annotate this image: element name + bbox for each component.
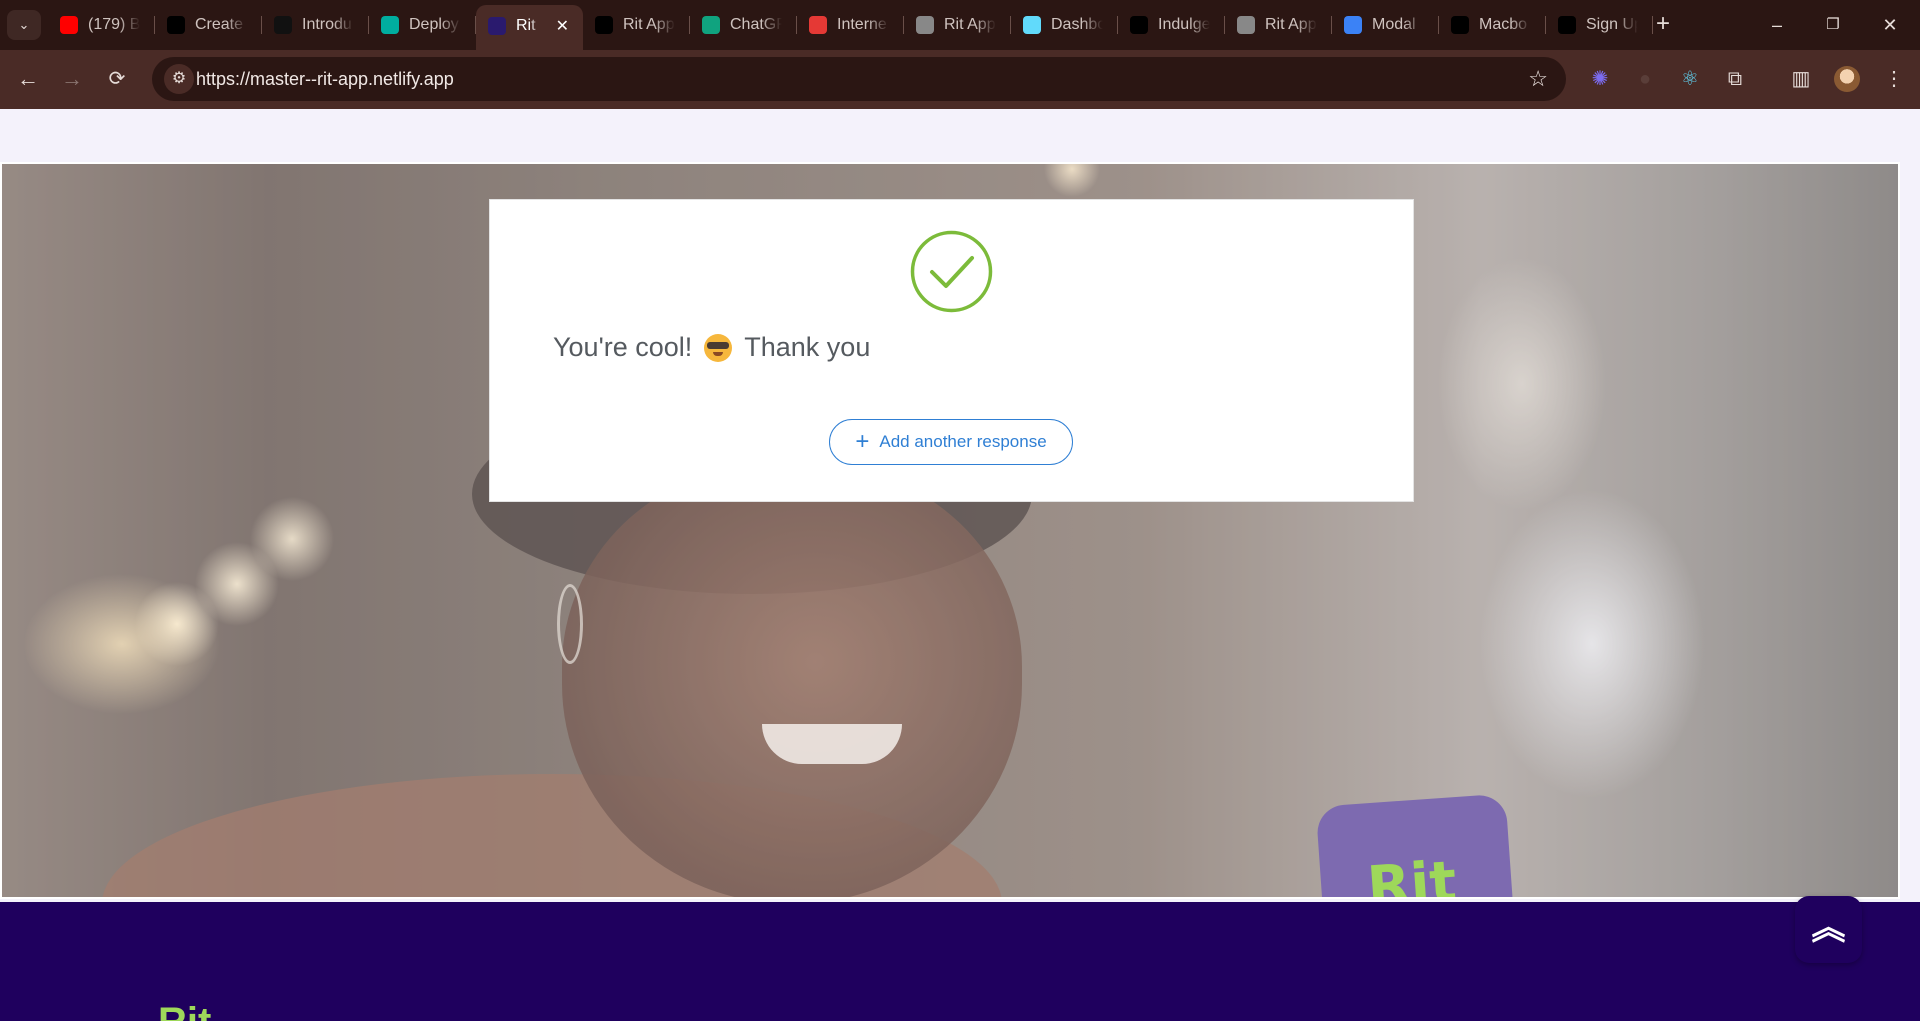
chatgpt-icon [702,16,720,34]
profile-avatar[interactable] [1834,66,1860,92]
chevron-right-icon [1451,16,1469,34]
browser-tab-label: Macbo [1479,16,1528,33]
double-chevron-up-icon: ︽ [1811,909,1846,947]
footer-logo: Rit [158,1000,211,1021]
tab-search-button[interactable]: ⌄ [7,10,41,40]
browser-tab[interactable]: Deploy [369,5,476,45]
add-another-response-label: Add another response [879,432,1047,451]
success-message: You're cool! Thank you [553,332,870,363]
browser-tab-label: Indulge [1158,16,1210,33]
menu-dots-icon[interactable]: ⋮ [1880,65,1908,93]
bookmark-star-icon[interactable]: ☆ [1528,57,1548,101]
browser-tab[interactable]: Rit App [1225,5,1332,45]
browser-tab-label: (179) Br [88,16,140,33]
triangle-icon [167,16,185,34]
browser-tab-label: Deploy [409,16,459,33]
browser-tab-label: Modal [1372,16,1416,33]
globe-icon [1237,16,1255,34]
browser-tab-label: ChatGP [730,16,782,33]
browser-tab-label: Rit [516,16,536,34]
netlify-icon [381,16,399,34]
browser-tab-label: Rit App [1265,16,1317,33]
close-tab-icon[interactable]: ✕ [556,16,569,36]
browser-tab[interactable]: Dashbo [1011,5,1118,45]
success-message-end: Thank you [744,332,871,362]
browser-tab-label: Create [195,16,244,33]
restore-button[interactable]: ❐ [1813,10,1853,40]
browser-tab[interactable]: Interne [797,5,904,45]
react-icon [1023,16,1041,34]
success-modal: You're cool! Thank you + Add another res… [489,199,1414,502]
browser-tab-label: Rit App [944,16,996,33]
browser-tab[interactable]: ChatGP [690,5,797,45]
triangle-icon [1130,16,1148,34]
gauge-icon [809,16,827,34]
forward-button[interactable]: → [55,62,89,96]
success-message-start: You're cool! [553,332,693,362]
plus-icon: + [855,428,870,455]
triangle-icon [1558,16,1576,34]
url-text[interactable]: https://master--rit-app.netlify.app [196,57,454,101]
sunglasses-emoji-icon [704,333,733,362]
site-settings-icon[interactable]: ⚙ [164,64,194,94]
browser-tab[interactable]: Modal [1332,5,1439,45]
globe-icon [916,16,934,34]
chevron-down-icon: ⌄ [18,17,30,32]
browser-tab[interactable]: Macbo [1439,5,1546,45]
browser-tab-label: Rit App [623,16,675,33]
browser-tab[interactable]: Sign Up [1546,5,1653,45]
scroll-to-top-button[interactable]: ︽ [1795,896,1862,963]
extension-dark-icon[interactable]: ● [1631,65,1659,93]
browser-tab-bar: ⌄ (179) Br Create Introdu Deploy Rit ✕ Rit App… [0,0,1920,50]
side-panel-icon[interactable]: ▥ [1787,65,1815,93]
page-footer: Rit [0,902,1920,1021]
address-bar[interactable]: ⚙ https://master--rit-app.netlify.app ☆ [152,57,1566,101]
reload-button[interactable]: ⟳ [100,62,134,96]
browser-tab-label: Introdu [302,16,352,33]
extension-star-icon[interactable]: ✺ [1586,65,1614,93]
page-header-strip [0,109,1920,162]
slash-icon [274,16,292,34]
back-button[interactable]: ← [11,62,45,96]
browser-tab[interactable]: Create [155,5,262,45]
browser-toolbar: ← → ⟳ ⚙ https://master--rit-app.netlify.… [0,50,1920,109]
browser-tab[interactable]: Rit ✕ [476,5,583,50]
close-window-button[interactable]: ✕ [1870,10,1910,40]
minimize-button[interactable]: – [1757,10,1797,40]
tab-strip: (179) Br Create Introdu Deploy Rit ✕ Rit App Ch… [48,5,1653,50]
new-tab-button[interactable]: + [1652,9,1674,39]
browser-tab-label: Dashbo [1051,16,1103,33]
triangle-icon [595,16,613,34]
browser-tab-label: Interne [837,16,887,33]
success-check-icon [910,230,993,313]
browser-tab[interactable]: (179) Br [48,5,155,45]
extensions-puzzle-icon[interactable]: ⧉ [1721,65,1749,93]
react-devtools-icon[interactable]: ⚛ [1676,65,1704,93]
youtube-icon [60,16,78,34]
modal-icon [1344,16,1362,34]
rit-badge: Rit [1315,793,1515,899]
rit-icon [488,16,506,35]
browser-tab[interactable]: Rit App [583,5,690,45]
rit-badge-text: Rit [1365,849,1459,899]
browser-tab[interactable]: Introdu [262,5,369,45]
browser-tab[interactable]: Rit App [904,5,1011,45]
add-another-response-button[interactable]: + Add another response [829,419,1073,465]
browser-tab-label: Sign Up [1586,16,1638,33]
browser-tab[interactable]: Indulge [1118,5,1225,45]
